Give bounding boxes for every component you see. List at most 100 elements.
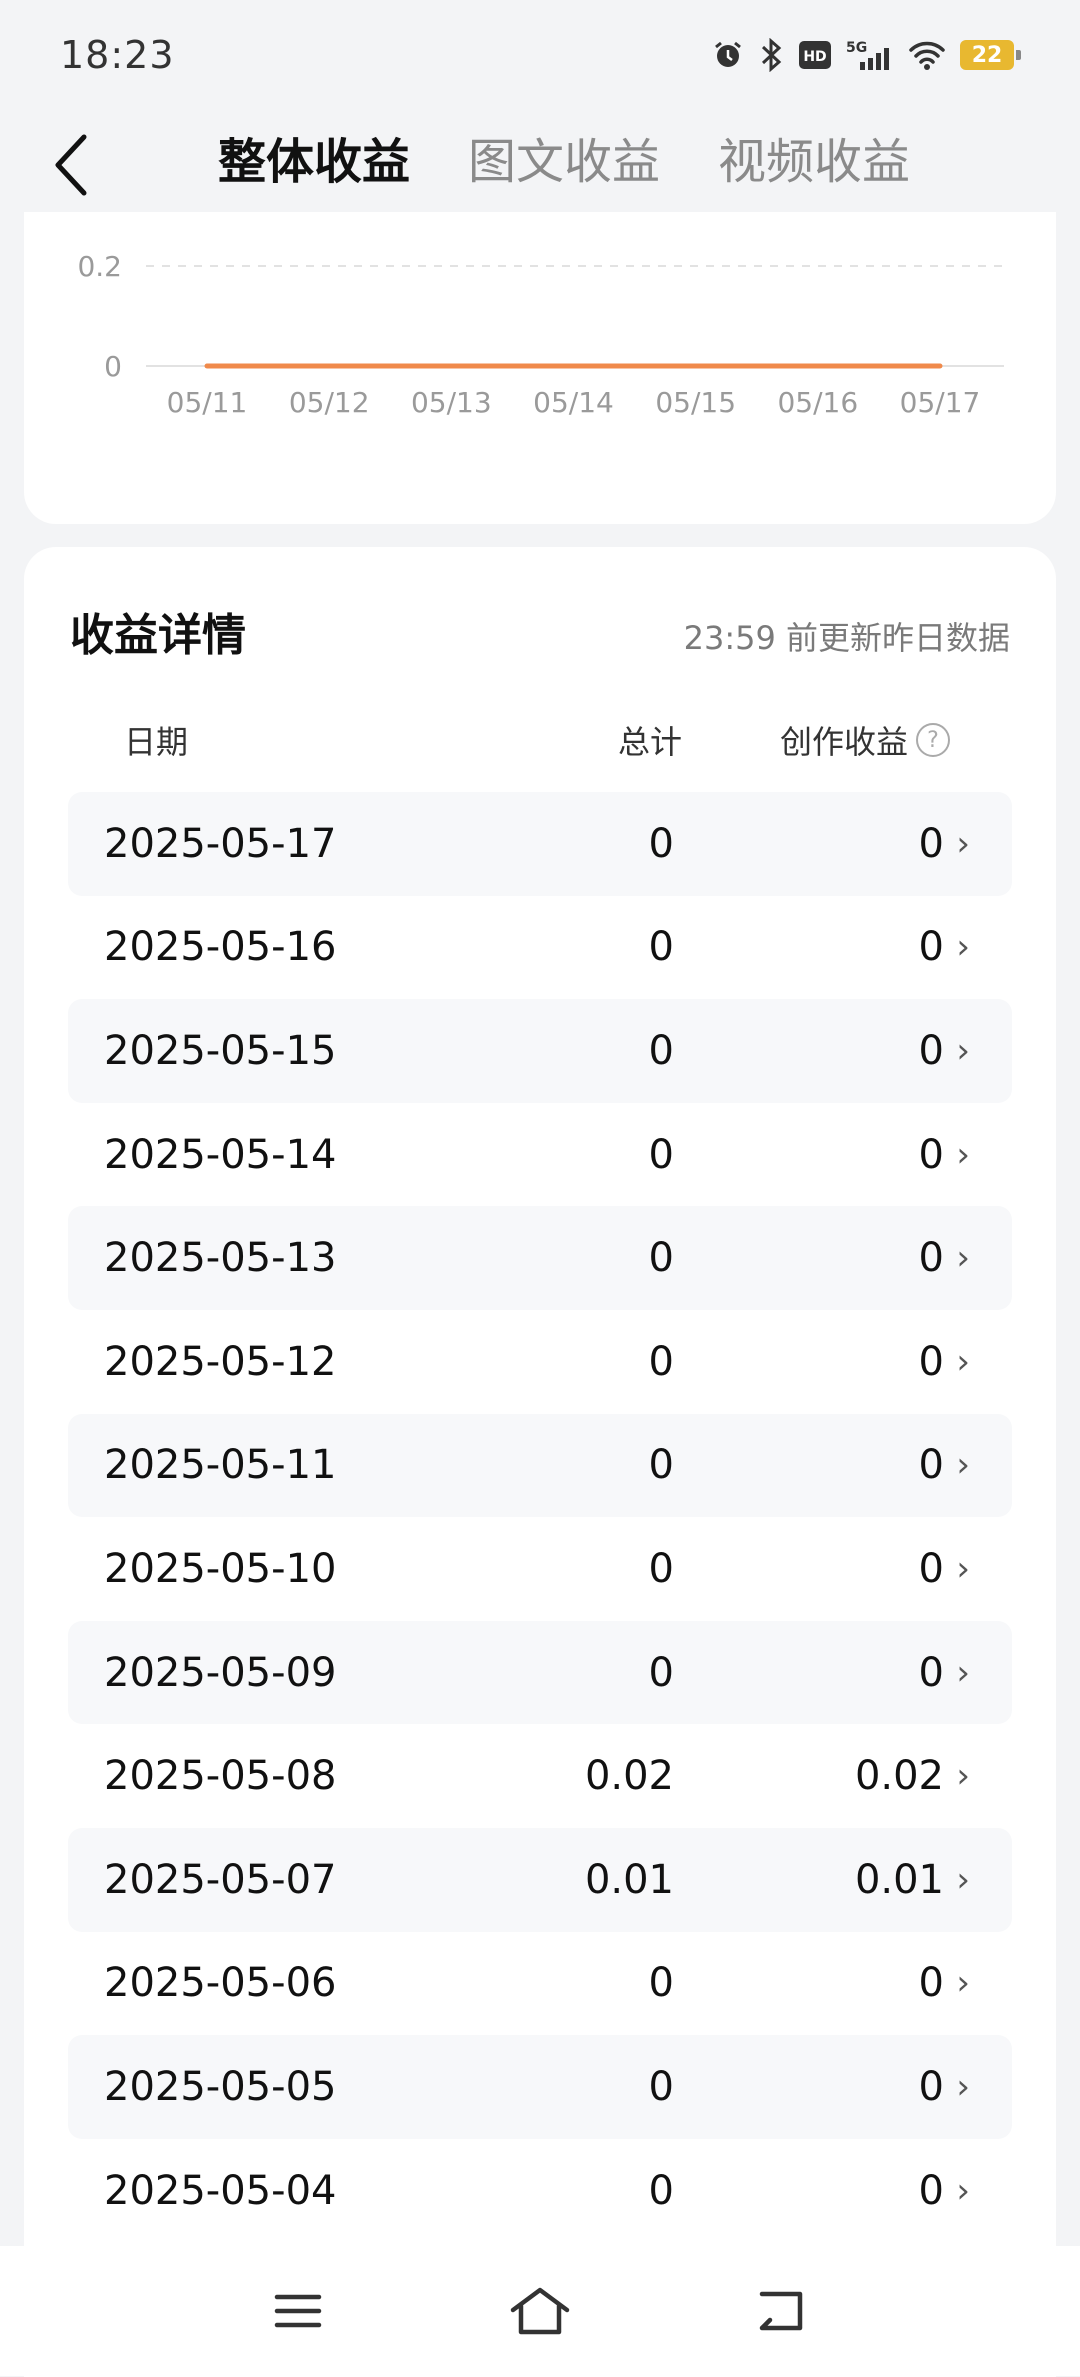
home-button[interactable]: [500, 2276, 580, 2346]
row-date: 2025-05-12: [104, 1338, 337, 1385]
row-earnings: 0: [918, 2167, 944, 2214]
table-row[interactable]: 2025-05-15 0 0 ›: [68, 999, 1012, 1103]
table-row[interactable]: 2025-05-07 0.01 0.01 ›: [68, 1827, 1012, 1932]
x-tick-label: 05/17: [900, 386, 981, 419]
system-nav-bar: [0, 2246, 1080, 2376]
y-tick-label: 0: [104, 350, 122, 383]
detail-card: 收益详情 23:59 前更新昨日数据 日期 总计 创作收益 ? 2025-05-…: [24, 547, 1056, 2377]
row-date: 2025-05-10: [104, 1545, 337, 1592]
chevron-right-icon: ›: [956, 2066, 970, 2107]
row-total: 0: [648, 924, 674, 971]
earnings-table: 2025-05-17 0 0 › 2025-05-16 0 0 › 2025-05-15 0 0 › 2…: [68, 792, 1012, 2242]
back-button[interactable]: [40, 130, 100, 200]
row-earnings: 0: [918, 820, 944, 867]
chevron-right-icon: ›: [956, 1548, 970, 1589]
tabs: 整体收益 图文收益 视频收益: [218, 122, 910, 192]
row-date: 2025-05-06: [104, 1960, 337, 2007]
tab-videos[interactable]: 视频收益: [718, 122, 910, 192]
row-total: 0: [648, 1649, 674, 1696]
row-total: 0: [648, 2167, 674, 2214]
hd-icon: HD: [798, 40, 832, 70]
row-date: 2025-05-07: [104, 1856, 337, 1903]
row-date: 2025-05-13: [104, 1235, 337, 1282]
return-icon: [759, 2291, 803, 2331]
menu-button[interactable]: [258, 2276, 338, 2346]
row-date: 2025-05-16: [104, 924, 337, 971]
row-date: 2025-05-08: [104, 1753, 337, 1800]
table-row[interactable]: 2025-05-06 0 0 ›: [68, 1932, 1012, 2036]
x-tick-label: 05/14: [533, 386, 614, 419]
row-earnings: 0.01: [854, 1856, 944, 1903]
table-header: 日期 总计 创作收益 ?: [68, 717, 1012, 767]
chevron-right-icon: ›: [956, 1652, 970, 1693]
chevron-right-icon: ›: [956, 1859, 970, 1900]
table-row[interactable]: 2025-05-10 0 0 ›: [68, 1517, 1012, 1621]
bluetooth-icon: [758, 38, 784, 72]
row-date: 2025-05-14: [104, 1131, 337, 1178]
table-row[interactable]: 2025-05-13 0 0 ›: [68, 1206, 1012, 1310]
chevron-right-icon: ›: [956, 1134, 970, 1175]
row-date: 2025-05-15: [104, 1027, 337, 1074]
column-earnings-label: 创作收益: [779, 723, 908, 761]
column-total: 总计: [617, 723, 682, 761]
table-row[interactable]: 2025-05-16 0 0 ›: [68, 896, 1012, 1000]
row-date: 2025-05-09: [104, 1649, 337, 1696]
row-total: 0: [648, 820, 674, 867]
chevron-right-icon: ›: [956, 1445, 970, 1486]
row-total: 0: [648, 2063, 674, 2110]
status-bar: 18:23 HD 5G 22: [0, 0, 1080, 110]
tab-overall[interactable]: 整体收益: [218, 122, 410, 192]
chevron-right-icon: ›: [956, 1341, 970, 1382]
row-total: 0: [648, 1338, 674, 1385]
menu-icon: [274, 2294, 322, 2328]
table-row[interactable]: 2025-05-08 0.02 0.02 ›: [68, 1724, 1012, 1828]
network-label: 5G: [846, 40, 867, 56]
row-earnings: 0: [918, 1027, 944, 1074]
row-earnings: 0: [918, 1338, 944, 1385]
row-date: 2025-05-04: [104, 2167, 337, 2214]
table-row[interactable]: 2025-05-14 0 0 ›: [68, 1103, 1012, 1207]
row-total: 0: [648, 1131, 674, 1178]
table-row[interactable]: 2025-05-11 0 0 ›: [68, 1413, 1012, 1518]
row-total: 0: [648, 1442, 674, 1489]
column-date: 日期: [124, 723, 189, 761]
signal-icon: 5G: [846, 38, 894, 72]
row-earnings: 0: [918, 1235, 944, 1282]
table-row[interactable]: 2025-05-09 0 0 ›: [68, 1620, 1012, 1725]
earnings-chart: 0 0.2 05/11 05/12 05/13 05/14 05/15 05/16 05/17: [77, 250, 1004, 419]
svg-text:HD: HD: [803, 49, 826, 65]
chevron-right-icon: ›: [956, 2170, 970, 2211]
status-time: 18:23: [60, 33, 175, 77]
table-row[interactable]: 2025-05-04 0 0 ›: [68, 2139, 1012, 2243]
row-date: 2025-05-11: [104, 1442, 337, 1489]
x-tick-label: 05/12: [289, 386, 370, 419]
row-earnings: 0: [918, 924, 944, 971]
row-total: 0.01: [584, 1856, 674, 1903]
row-total: 0: [648, 1960, 674, 2007]
table-row[interactable]: 2025-05-05 0 0 ›: [68, 2035, 1012, 2139]
y-tick-label: 0.2: [77, 250, 122, 283]
row-earnings: 0: [918, 2063, 944, 2110]
column-earnings: 创作收益 ?: [780, 717, 950, 763]
back-nav-button[interactable]: [740, 2276, 820, 2346]
row-total: 0: [648, 1027, 674, 1074]
x-tick-label: 05/11: [167, 386, 248, 419]
chart-card: 0 0.2 05/11 05/12 05/13 05/14 05/15 05/16 05/17: [24, 212, 1056, 524]
chevron-right-icon: ›: [956, 1238, 970, 1279]
update-note: 23:59 前更新昨日数据: [683, 619, 1010, 657]
row-earnings: 0: [918, 1960, 944, 2007]
tab-articles[interactable]: 图文收益: [468, 122, 660, 192]
row-total: 0: [648, 1545, 674, 1592]
help-icon[interactable]: ?: [916, 723, 950, 757]
chevron-right-icon: ›: [956, 823, 970, 864]
table-row[interactable]: 2025-05-12 0 0 ›: [68, 1310, 1012, 1414]
row-total: 0.02: [584, 1753, 674, 1800]
row-earnings: 0: [918, 1442, 944, 1489]
row-total: 0: [648, 1235, 674, 1282]
x-tick-label: 05/13: [411, 386, 492, 419]
table-row[interactable]: 2025-05-17 0 0 ›: [68, 792, 1012, 896]
chevron-right-icon: ›: [956, 1963, 970, 2004]
x-tick-label: 05/15: [655, 386, 736, 419]
header: 整体收益 图文收益 视频收益: [0, 110, 1080, 212]
chevron-right-icon: ›: [956, 927, 970, 968]
